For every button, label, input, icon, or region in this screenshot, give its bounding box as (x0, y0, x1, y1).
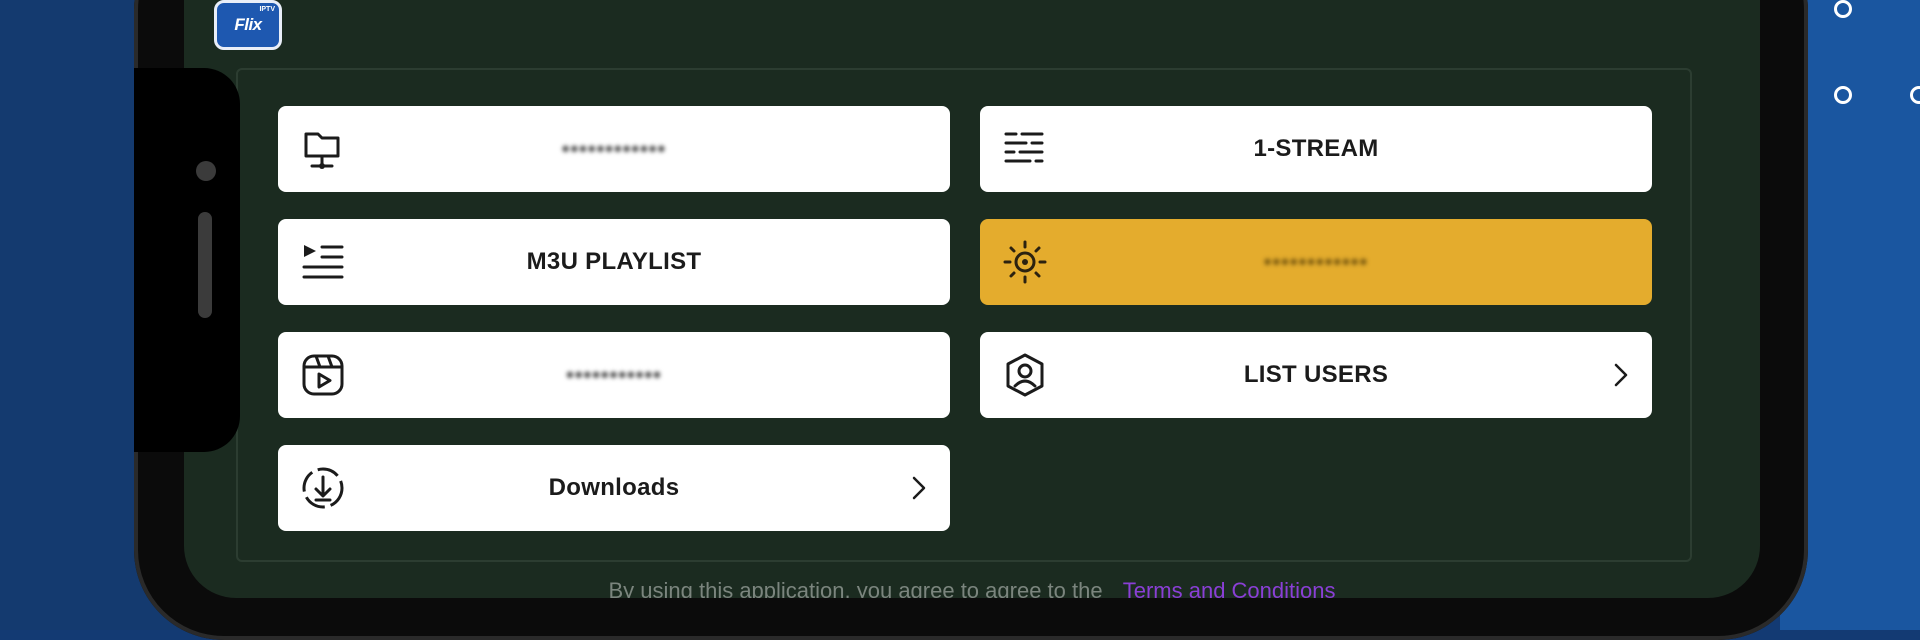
chevron-right-icon (1614, 363, 1628, 387)
menu-label: M3U PLAYLIST (526, 248, 702, 275)
logo-text: Flix (234, 15, 262, 34)
app-screen: Flix IPTV •••••••••••• 1-STREAM M3U PLAY… (184, 0, 1760, 598)
menu-button-list-users[interactable]: LIST USERS (980, 332, 1652, 418)
user-shield-icon (1006, 353, 1044, 397)
menu-label: 1-STREAM (1253, 135, 1379, 162)
menu-button-3[interactable]: ••••••••••• (278, 332, 950, 418)
footer-text: By using this application, you agree to … (608, 578, 1103, 598)
phone-side-button (198, 212, 212, 318)
menu-button-accent[interactable]: •••••••••••• (980, 219, 1652, 305)
menu-label: •••••••••••• (561, 136, 667, 161)
menu-label: ••••••••••• (566, 362, 662, 387)
menu-label: •••••••••••• (1263, 249, 1369, 274)
menu-button-1-stream[interactable]: 1-STREAM (980, 106, 1652, 192)
decorative-ring (1834, 86, 1852, 104)
menu-label: Downloads (548, 474, 680, 501)
menu-label: LIST USERS (1243, 361, 1389, 388)
menu-button-downloads[interactable]: Downloads (278, 445, 950, 531)
phone-side-notch (134, 68, 240, 452)
playlist-icon (302, 245, 344, 279)
menu-button-m3u-playlist[interactable]: M3U PLAYLIST (278, 219, 950, 305)
stream-list-icon (1004, 132, 1044, 163)
download-icon (302, 467, 344, 509)
app-logo: Flix IPTV (214, 0, 282, 50)
decorative-ring (1834, 0, 1852, 18)
chevron-right-icon (912, 476, 926, 500)
camera-dot (196, 161, 216, 181)
menu-button-1[interactable]: •••••••••••• (278, 106, 950, 192)
terms-link[interactable]: Terms and Conditions (1123, 578, 1336, 598)
logo-badge: IPTV (259, 6, 275, 13)
terms-footer: By using this application, you agree to … (184, 578, 1760, 598)
